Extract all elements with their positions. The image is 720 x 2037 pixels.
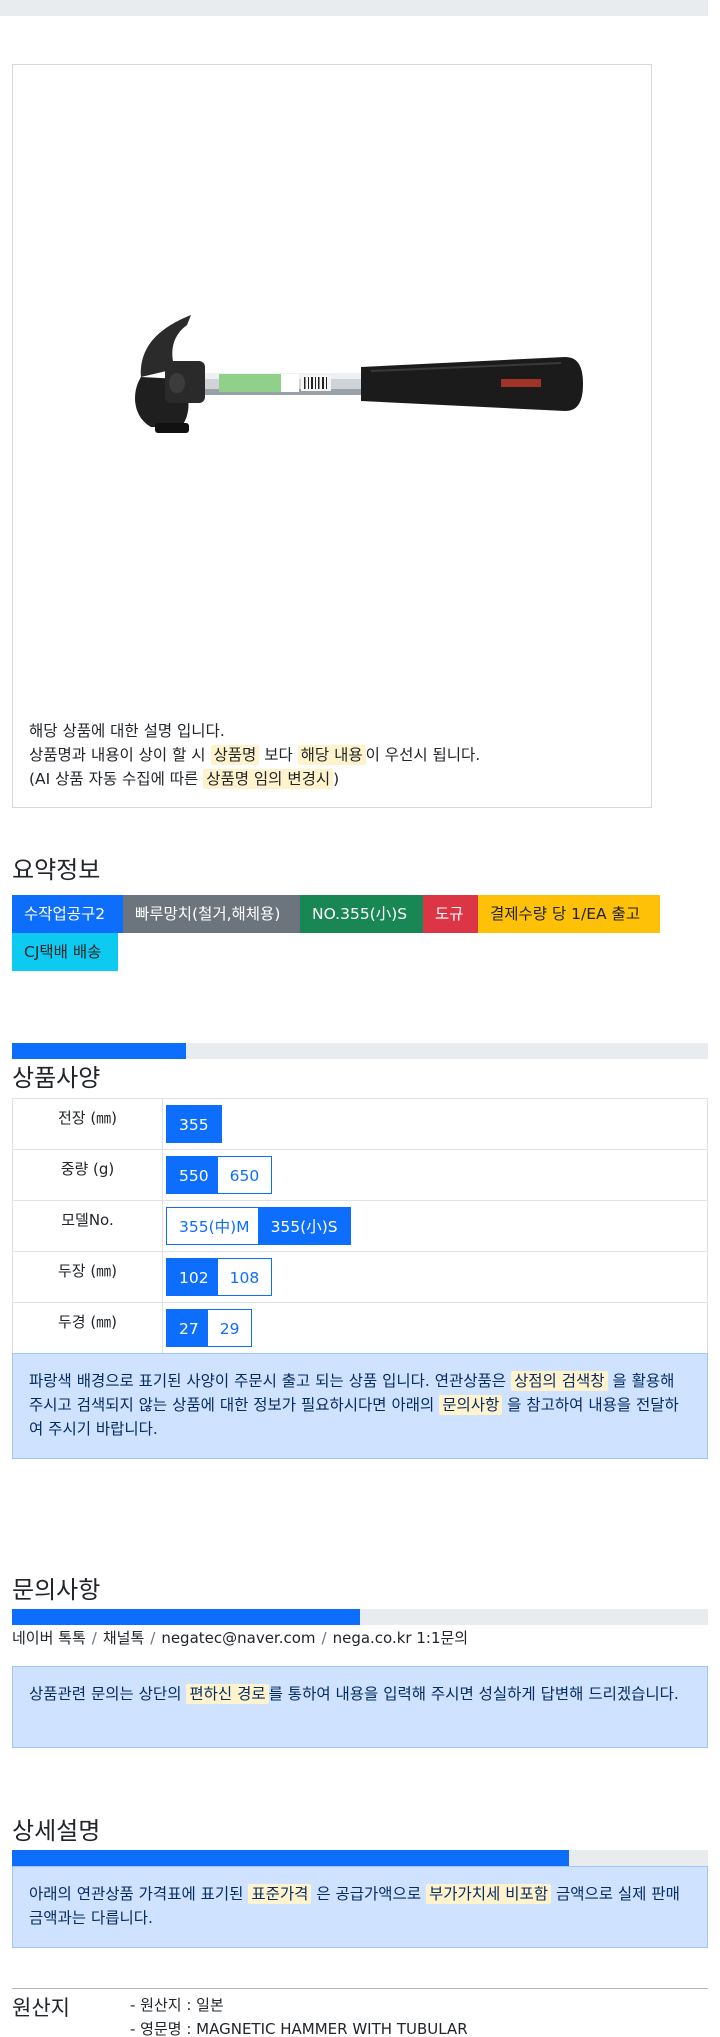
top-bar bbox=[0, 0, 708, 16]
highlight-name-change: 상품명 임의 변경시 bbox=[203, 769, 334, 789]
detail-progress-fill bbox=[12, 1850, 569, 1866]
hammer-product-image bbox=[135, 315, 583, 433]
badge-shipping-qty[interactable]: 결제수량 당 1/EA 출고 bbox=[478, 895, 660, 933]
highlight-product-name: 상품명 bbox=[210, 745, 260, 765]
inquiry-progress-fill bbox=[12, 1609, 360, 1625]
option-chip[interactable]: 102 bbox=[166, 1258, 222, 1296]
spec-label: 중량 (g) bbox=[12, 1149, 163, 1201]
spec-values: 355 bbox=[162, 1098, 708, 1150]
spec-row-length: 전장 (㎜) 355 bbox=[12, 1098, 708, 1150]
summary-title: 요약정보 bbox=[12, 856, 101, 884]
spec-row-head-length: 두장 (㎜) 102 108 bbox=[12, 1251, 708, 1303]
badge-model[interactable]: NO.355(小)S bbox=[300, 895, 423, 933]
option-chip[interactable]: 355(小)S bbox=[257, 1207, 351, 1245]
spec-progress-bar bbox=[12, 1043, 708, 1059]
option-chip[interactable]: 355(中)M bbox=[166, 1207, 263, 1245]
spec-row-weight: 중량 (g) 550 650 bbox=[12, 1149, 708, 1201]
inquiry-notice: 상품관련 문의는 상단의 편하신 경로 를 통하여 내용을 입력해 주시면 성실하… bbox=[12, 1666, 708, 1748]
notice-text: 파랑색 배경으로 표기된 사양이 주문시 출고 되는 상품 입니다. 연관상품은 bbox=[29, 1372, 511, 1390]
contact-links: 네이버 톡톡 / 채널톡 / negatec@naver.com / nega.co.kr … bbox=[12, 1629, 469, 1647]
detail-progress-bar bbox=[12, 1850, 708, 1866]
highlight-search-box: 상점의 검색창 bbox=[511, 1371, 608, 1391]
product-image-card: 해당 상품에 대한 설명 입니다. 상품명과 내용이 상이 할 시 상품명 보다… bbox=[12, 64, 652, 808]
option-chip[interactable]: 650 bbox=[216, 1156, 273, 1194]
origin-item: - 영문명 : MAGNETIC HAMMER WITH TUBULAR bbox=[130, 2020, 468, 2037]
option-chip[interactable]: 27 bbox=[166, 1309, 212, 1347]
highlight-route: 편하신 경로 bbox=[186, 1684, 269, 1704]
spec-label: 두경 (㎜) bbox=[12, 1302, 163, 1354]
spec-values: 355(中)M 355(小)S bbox=[162, 1200, 708, 1252]
notice-text: 상품관련 문의는 상단의 bbox=[29, 1685, 187, 1703]
detail-notice: 아래의 연관상품 가격표에 표기된 표준가격 은 공급가액으로 부가가치세 비포… bbox=[12, 1866, 708, 1948]
spec-label: 전장 (㎜) bbox=[12, 1098, 163, 1150]
origin-list: - 원산지 : 일본 - 영문명 : MAGNETIC HAMMER WITH … bbox=[130, 1993, 468, 2037]
notes-text: (AI 상품 자동 수집에 따른 bbox=[29, 770, 204, 788]
spec-values: 27 29 bbox=[162, 1302, 708, 1354]
highlight-content: 해당 내용 bbox=[297, 745, 366, 765]
origin-item: - 원산지 : 일본 bbox=[130, 1996, 224, 2014]
notes-text: 보다 bbox=[259, 746, 298, 764]
spec-label: 두장 (㎜) bbox=[12, 1251, 163, 1303]
spec-label: 모델No. bbox=[12, 1200, 163, 1252]
notice-text: 를 통하여 내용을 입력해 주시면 성실하게 답변해 드리겠습니다. bbox=[268, 1685, 679, 1703]
contact-email[interactable]: negatec@naver.com bbox=[161, 1629, 315, 1647]
notes-text: ) bbox=[333, 770, 340, 788]
highlight-inquiry: 문의사항 bbox=[439, 1395, 503, 1415]
spec-progress-fill bbox=[12, 1043, 186, 1059]
contact-naver-talk[interactable]: 네이버 톡톡 bbox=[12, 1629, 86, 1647]
spec-notice: 파랑색 배경으로 표기된 사양이 주문시 출고 되는 상품 입니다. 연관상품은… bbox=[12, 1353, 708, 1459]
badge-subcategory[interactable]: 빠루망치(철거,해체용) bbox=[123, 895, 300, 933]
spec-row-head-diameter: 두경 (㎜) 27 29 bbox=[12, 1302, 708, 1354]
notes-line-3: (AI 상품 자동 수집에 따른 상품명 임의 변경시) bbox=[29, 767, 480, 791]
origin-label: 원산지 bbox=[12, 1996, 70, 2020]
badge-courier[interactable]: CJ택배 배송 bbox=[12, 933, 118, 971]
notice-text: 은 공급가액으로 bbox=[311, 1885, 427, 1903]
badge-brand[interactable]: 도규 bbox=[423, 895, 478, 933]
notes-line-1: 해당 상품에 대한 설명 입니다. bbox=[29, 722, 225, 740]
inquiry-progress-bar bbox=[12, 1609, 708, 1625]
badge-category[interactable]: 수작업공구2 bbox=[12, 895, 123, 933]
contact-channel-talk[interactable]: 채널톡 bbox=[103, 1629, 144, 1647]
spec-title: 상품사양 bbox=[12, 1064, 101, 1092]
option-chip[interactable]: 355 bbox=[166, 1105, 222, 1143]
highlight-vat-excluded: 부가가치세 비포함 bbox=[426, 1884, 552, 1904]
option-chip[interactable]: 108 bbox=[216, 1258, 273, 1296]
notice-text: 아래의 연관상품 가격표에 표기된 bbox=[29, 1885, 249, 1903]
origin-section: 원산지 - 원산지 : 일본 - 영문명 : MAGNETIC HAMMER W… bbox=[12, 1988, 708, 2037]
spec-values: 102 108 bbox=[162, 1251, 708, 1303]
notes-text: 상품명과 내용이 상이 할 시 bbox=[29, 746, 211, 764]
spec-row-model: 모델No. 355(中)M 355(小)S bbox=[12, 1200, 708, 1252]
spec-table: 전장 (㎜) 355 중량 (g) 550 650 모델No. 355(中)M 35… bbox=[12, 1098, 708, 1354]
option-chip[interactable]: 29 bbox=[206, 1309, 253, 1347]
contact-site-inquiry[interactable]: nega.co.kr 1:1문의 bbox=[333, 1629, 469, 1647]
spec-values: 550 650 bbox=[162, 1149, 708, 1201]
detail-title: 상세설명 bbox=[12, 1817, 101, 1845]
product-notes: 해당 상품에 대한 설명 입니다. 상품명과 내용이 상이 할 시 상품명 보다… bbox=[29, 719, 480, 791]
option-chip[interactable]: 550 bbox=[166, 1156, 222, 1194]
inquiry-title: 문의사항 bbox=[12, 1576, 101, 1604]
notes-text: 이 우선시 됩니다. bbox=[365, 746, 481, 764]
notes-line-2: 상품명과 내용이 상이 할 시 상품명 보다 해당 내용 이 우선시 됩니다. bbox=[29, 743, 480, 767]
highlight-standard-price: 표준가격 bbox=[248, 1884, 312, 1904]
